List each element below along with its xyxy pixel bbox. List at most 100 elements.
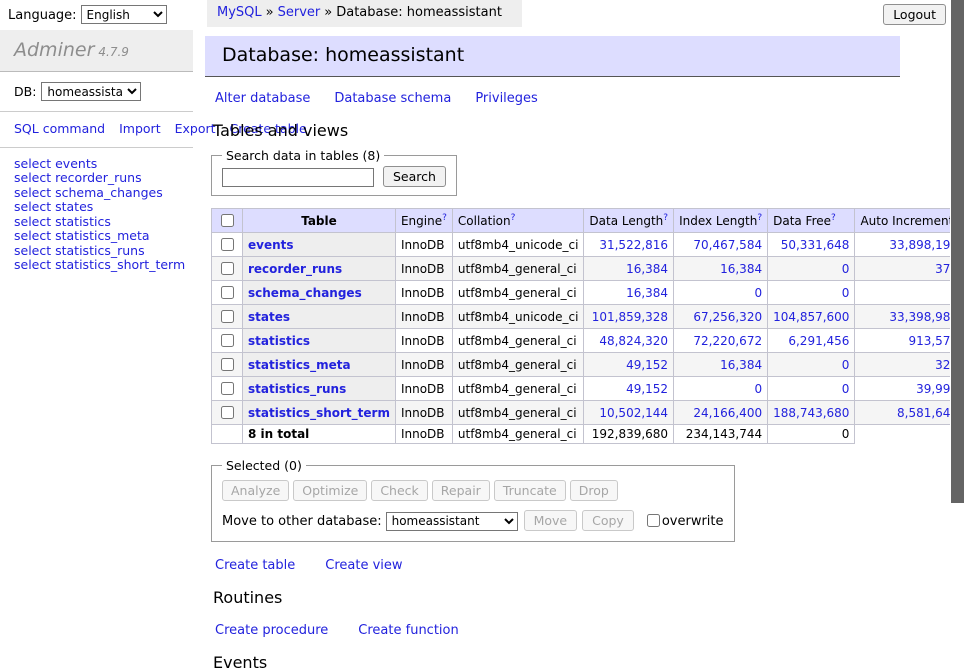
create-link-create-table[interactable]: Create table — [215, 558, 295, 573]
language-select[interactable]: English — [81, 5, 167, 24]
row-select-cell — [212, 233, 243, 257]
selected-action-drop[interactable]: Drop — [570, 480, 618, 501]
data_length-link[interactable]: 31,522,816 — [599, 238, 668, 252]
data_free-link[interactable]: 188,743,680 — [773, 406, 849, 420]
table-name-link[interactable]: statistics — [248, 334, 310, 348]
data_length-link[interactable]: 48,824,320 — [599, 334, 668, 348]
row-checkbox[interactable] — [221, 310, 234, 323]
app-title: Adminer4.7.9 — [0, 30, 193, 72]
data_length-link[interactable]: 49,152 — [626, 358, 668, 372]
table-name-link[interactable]: events — [248, 238, 294, 252]
column-help-link[interactable]: ? — [757, 213, 762, 223]
row-checkbox[interactable] — [221, 262, 234, 275]
breadcrumb-item-server[interactable]: Server — [278, 5, 321, 20]
nav-link-privileges[interactable]: Privileges — [475, 91, 538, 106]
sidebar-table-link-select-statistics-meta[interactable]: select statistics_meta — [14, 229, 179, 244]
data_free-link[interactable]: 0 — [842, 262, 850, 276]
data_length-link[interactable]: 101,859,328 — [592, 310, 668, 324]
sidebar-table-link-select-events[interactable]: select events — [14, 157, 179, 172]
data_free-link[interactable]: 0 — [842, 286, 850, 300]
column-header-index-length: Index Length? — [674, 209, 768, 233]
data_free-link[interactable]: 50,331,648 — [781, 238, 850, 252]
move-button[interactable]: Move — [524, 510, 578, 531]
index_length-link[interactable]: 0 — [754, 286, 762, 300]
engine-cell: InnoDB — [395, 257, 452, 281]
page-title: Database: homeassistant — [205, 36, 900, 77]
search-legend: Search data in tables (8) — [222, 148, 384, 163]
search-input[interactable] — [222, 168, 374, 187]
selected-action-optimize[interactable]: Optimize — [293, 480, 367, 501]
index_length-link[interactable]: 70,467,584 — [693, 238, 762, 252]
scrollbar-track[interactable] — [950, 0, 966, 543]
auto_increment-link[interactable]: 8,581,645 — [897, 406, 958, 420]
copy-button[interactable]: Copy — [582, 510, 634, 531]
row-checkbox[interactable] — [221, 286, 234, 299]
selected-action-truncate[interactable]: Truncate — [494, 480, 566, 501]
routine-link-create-procedure[interactable]: Create procedure — [215, 623, 328, 638]
selected-action-repair[interactable]: Repair — [432, 480, 490, 501]
row-checkbox[interactable] — [221, 382, 234, 395]
sidebar-table-link-select-schema-changes[interactable]: select schema_changes — [14, 186, 179, 201]
sidebar-table-link-select-states[interactable]: select states — [14, 200, 179, 215]
index_length-link[interactable]: 67,256,320 — [693, 310, 762, 324]
row-select-cell — [212, 353, 243, 377]
nav-link-alter-database[interactable]: Alter database — [215, 91, 310, 106]
index_length-link[interactable]: 24,166,400 — [693, 406, 762, 420]
overwrite-checkbox[interactable] — [647, 514, 660, 527]
selected-action-check[interactable]: Check — [371, 480, 427, 501]
column-help-link[interactable]: ? — [511, 213, 516, 223]
collation-cell: utf8mb4_unicode_ci — [452, 305, 584, 329]
routine-link-create-function[interactable]: Create function — [358, 623, 458, 638]
nav-link-database-schema[interactable]: Database schema — [334, 91, 451, 106]
move-target-select[interactable]: homeassistant — [386, 512, 518, 531]
sidebar-table-link-select-statistics[interactable]: select statistics — [14, 215, 179, 230]
table-name-link[interactable]: statistics_runs — [248, 382, 346, 396]
row-checkbox[interactable] — [221, 334, 234, 347]
sidebar-table-link-select-recorder-runs[interactable]: select recorder_runs — [14, 171, 179, 186]
db-select[interactable]: homeassistant — [41, 82, 141, 101]
scrollbar-thumb[interactable] — [951, 0, 964, 503]
data_length-link[interactable]: 10,502,144 — [599, 406, 668, 420]
selected-action-analyze[interactable]: Analyze — [222, 480, 289, 501]
data_free-link[interactable]: 6,291,456 — [788, 334, 849, 348]
column-help-link[interactable]: ? — [442, 213, 447, 223]
auto_increment-link[interactable]: 33,898,196 — [889, 238, 958, 252]
auto_increment-link[interactable]: 33,398,984 — [889, 310, 958, 324]
create-link-create-view[interactable]: Create view — [325, 558, 402, 573]
sidebar-table-link-select-statistics-short-term[interactable]: select statistics_short_term — [14, 258, 179, 273]
row-checkbox[interactable] — [221, 238, 234, 251]
table-name-link[interactable]: recorder_runs — [248, 262, 342, 276]
table-name-link[interactable]: schema_changes — [248, 286, 362, 300]
breadcrumb-item-mysql[interactable]: MySQL — [217, 5, 262, 20]
table-name-link[interactable]: states — [248, 310, 290, 324]
column-help-link[interactable]: ? — [663, 213, 668, 223]
data_length-cell: 16,384 — [584, 257, 674, 281]
index_length-link[interactable]: 16,384 — [720, 358, 762, 372]
index_length-link[interactable]: 16,384 — [720, 262, 762, 276]
index_length-link[interactable]: 72,220,672 — [693, 334, 762, 348]
data_length-cell: 101,859,328 — [584, 305, 674, 329]
data_length-link[interactable]: 16,384 — [626, 262, 668, 276]
search-button[interactable]: Search — [383, 166, 446, 187]
row-checkbox[interactable] — [221, 406, 234, 419]
data_length-link[interactable]: 16,384 — [626, 286, 668, 300]
data_free-link[interactable]: 104,857,600 — [773, 310, 849, 324]
collation-cell: utf8mb4_general_ci — [452, 377, 584, 401]
select-all-checkbox[interactable] — [221, 214, 234, 227]
index_length-link[interactable]: 0 — [754, 382, 762, 396]
table-name-cell: statistics_short_term — [243, 401, 396, 425]
data_length-link[interactable]: 49,152 — [626, 382, 668, 396]
row-checkbox[interactable] — [221, 358, 234, 371]
sidebar-action-import[interactable]: Import — [119, 121, 161, 136]
data_free-link[interactable]: 0 — [842, 358, 850, 372]
routine-links: Create procedure Create function — [215, 623, 900, 638]
auto_increment-cell: 33,898,196 — [855, 233, 964, 257]
breadcrumb-separator: » — [324, 5, 332, 20]
table-name-link[interactable]: statistics_meta — [248, 358, 351, 372]
sidebar-action-sql-command[interactable]: SQL command — [14, 121, 105, 136]
data_free-link[interactable]: 0 — [842, 382, 850, 396]
table-name-link[interactable]: statistics_short_term — [248, 406, 390, 420]
logout-button[interactable]: Logout — [883, 4, 946, 25]
sidebar-table-link-select-statistics-runs[interactable]: select statistics_runs — [14, 244, 179, 259]
column-help-link[interactable]: ? — [831, 213, 836, 223]
